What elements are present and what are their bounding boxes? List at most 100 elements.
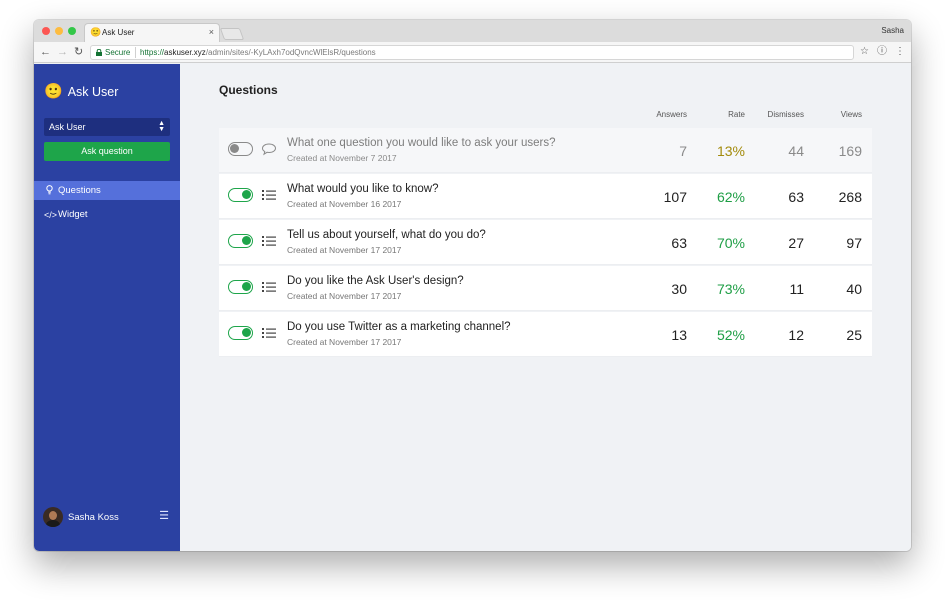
smiley-icon: 🙂 xyxy=(90,27,102,37)
question-row[interactable]: Do you like the Ask User's design? Creat… xyxy=(219,266,872,311)
smiley-logo-icon: 🙂 xyxy=(44,83,63,100)
answer-rate: 70% xyxy=(716,235,745,251)
list-icon xyxy=(262,282,276,292)
views-count: 25 xyxy=(846,327,862,343)
reload-icon[interactable]: ↻ xyxy=(74,46,83,58)
profile-name[interactable]: Sasha xyxy=(881,26,904,35)
new-tab-button[interactable] xyxy=(219,28,245,40)
bulb-icon xyxy=(44,184,54,197)
toggle-knob xyxy=(242,282,251,291)
toggle-knob xyxy=(242,328,251,337)
question-created: Created at November 7 2017 xyxy=(287,153,397,163)
page-title: Questions xyxy=(219,83,278,97)
question-toggle[interactable] xyxy=(228,142,253,156)
answer-rate: 62% xyxy=(716,189,745,205)
secure-label: Secure xyxy=(105,48,131,57)
sidebar-item-widget[interactable]: </> Widget xyxy=(34,205,180,224)
question-row[interactable]: What would you like to know? Created at … xyxy=(219,174,872,219)
tab-title: Ask User xyxy=(102,28,135,37)
avatar xyxy=(43,507,63,527)
url-host: askuser.xyz xyxy=(164,48,206,57)
question-row[interactable]: Do you use Twitter as a marketing channe… xyxy=(219,312,872,357)
list-icon xyxy=(262,190,276,200)
question-created: Created at November 17 2017 xyxy=(287,337,402,347)
list-icon xyxy=(262,236,276,246)
close-tab-icon[interactable]: × xyxy=(209,27,214,37)
user-profile[interactable]: Sasha Koss ☰ xyxy=(43,507,171,527)
brand[interactable]: 🙂 Ask User xyxy=(44,82,118,102)
dismisses-count: 12 xyxy=(788,327,804,343)
browser-tab[interactable]: 🙂 Ask User × xyxy=(84,23,220,42)
toggle-knob xyxy=(242,190,251,199)
question-row[interactable]: What one question you would like to ask … xyxy=(219,128,872,173)
toggle-knob xyxy=(242,236,251,245)
sidebar: 🙂 Ask User Ask User ▲ ▼ Ask question Ques… xyxy=(34,64,180,551)
question-toggle[interactable] xyxy=(228,280,253,294)
column-header-answers: Answers xyxy=(656,110,687,119)
question-row[interactable]: Tell us about yourself, what do you do? … xyxy=(219,220,872,265)
question-title[interactable]: What would you like to know? xyxy=(287,183,439,195)
question-created: Created at November 16 2017 xyxy=(287,199,402,209)
dismisses-count: 11 xyxy=(789,281,804,297)
question-title[interactable]: What one question you would like to ask … xyxy=(287,137,555,149)
lock-icon xyxy=(96,49,102,56)
maximize-window-button[interactable] xyxy=(68,27,76,35)
question-title[interactable]: Do you use Twitter as a marketing channe… xyxy=(287,321,511,333)
answers-count: 13 xyxy=(671,327,687,343)
ask-question-button[interactable]: Ask question xyxy=(44,142,170,161)
toggle-knob xyxy=(230,144,239,153)
url-separator xyxy=(135,47,136,58)
column-header-views: Views xyxy=(840,110,862,119)
answers-count: 107 xyxy=(663,189,687,205)
answer-rate: 73% xyxy=(716,281,745,297)
question-toggle[interactable] xyxy=(228,234,253,248)
brand-name: Ask User xyxy=(67,85,119,99)
question-created: Created at November 17 2017 xyxy=(287,291,402,301)
views-count: 40 xyxy=(846,281,862,297)
question-toggle[interactable] xyxy=(228,326,253,340)
speech-bubble-icon xyxy=(261,143,277,156)
answers-count: 30 xyxy=(671,281,687,297)
views-count: 97 xyxy=(846,235,862,251)
browser-window: 🙂 Ask User × Sasha ← → ↻ Secure https://… xyxy=(34,20,911,551)
sidebar-item-questions[interactable]: Questions xyxy=(34,181,180,200)
hamburger-menu-icon[interactable]: ☰ xyxy=(159,511,169,522)
tab-bar: 🙂 Ask User × Sasha xyxy=(34,20,911,42)
list-icon xyxy=(262,328,276,338)
answers-count: 7 xyxy=(679,143,687,159)
close-window-button[interactable] xyxy=(42,27,50,35)
user-name: Sasha Koss xyxy=(68,512,119,523)
code-icon: </> xyxy=(44,209,58,220)
question-created: Created at November 17 2017 xyxy=(287,245,402,255)
main-content: Questions Answers Rate Dismisses Views W… xyxy=(219,64,872,551)
column-header-rate: Rate xyxy=(728,110,745,119)
app: 🙂 Ask User Ask User ▲ ▼ Ask question Ques… xyxy=(34,64,911,551)
info-icon[interactable]: ⓘ xyxy=(877,45,887,59)
url-path: /admin/sites/-KyLAxh7odQvncWlElsR/questi… xyxy=(205,48,376,57)
answers-count: 63 xyxy=(671,235,687,251)
browser-toolbar: ← → ↻ Secure https://askuser.xyz/admin/s… xyxy=(34,42,911,63)
dismisses-count: 27 xyxy=(788,235,804,251)
answer-rate: 13% xyxy=(716,143,745,159)
minimize-window-button[interactable] xyxy=(55,27,63,35)
browser-menu-icon[interactable]: ⋮ xyxy=(895,45,905,59)
address-bar[interactable]: Secure https://askuser.xyz/admin/sites/-… xyxy=(90,45,854,60)
site-select-value: Ask User xyxy=(49,122,86,132)
views-count: 169 xyxy=(838,143,862,159)
bookmark-star-icon[interactable]: ☆ xyxy=(860,45,869,59)
sidebar-item-label: Questions xyxy=(58,185,101,196)
question-title[interactable]: Tell us about yourself, what do you do? xyxy=(287,229,486,241)
answer-rate: 52% xyxy=(716,327,745,343)
column-header-dismisses: Dismisses xyxy=(767,110,804,119)
question-title[interactable]: Do you like the Ask User's design? xyxy=(287,275,464,287)
dismisses-count: 63 xyxy=(788,189,804,205)
sidebar-item-label: Widget xyxy=(58,209,88,220)
select-caret-icon: ▲ ▼ xyxy=(158,120,165,133)
url-text: https://askuser.xyz/admin/sites/-KyLAxh7… xyxy=(140,48,376,57)
site-select[interactable]: Ask User ▲ ▼ xyxy=(44,118,170,136)
question-toggle[interactable] xyxy=(228,188,253,202)
back-icon[interactable]: ← xyxy=(40,46,51,58)
url-scheme: https:// xyxy=(140,48,165,57)
views-count: 268 xyxy=(838,189,862,205)
forward-icon[interactable]: → xyxy=(57,46,68,58)
